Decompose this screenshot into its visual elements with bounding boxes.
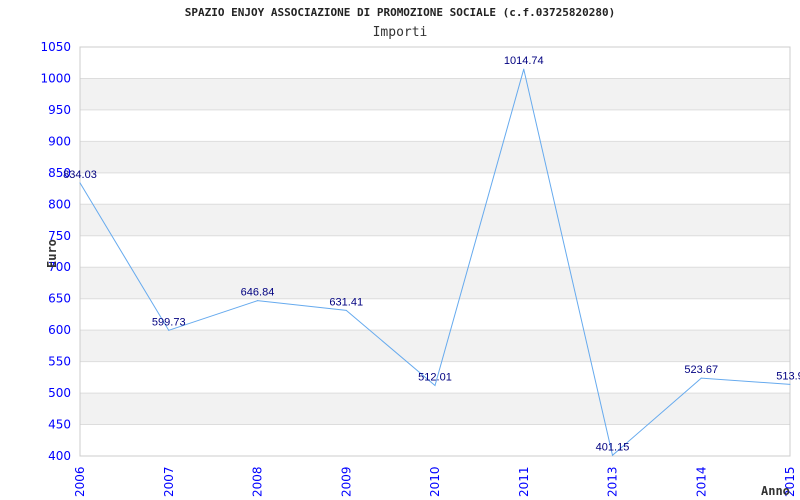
data-label: 599.73: [152, 316, 186, 328]
data-label: 631.41: [329, 296, 363, 308]
grid-band: [80, 204, 790, 236]
grid-band: [80, 267, 790, 299]
y-tick-label: 800: [48, 197, 71, 211]
data-label: 834.03: [63, 169, 97, 181]
y-tick-label: 650: [48, 292, 71, 306]
y-tick-label: 400: [48, 449, 71, 463]
data-point: [612, 454, 613, 456]
data-point: [168, 329, 170, 331]
data-label: 512.01: [418, 372, 452, 384]
y-tick-label: 900: [48, 134, 71, 148]
data-label: 646.84: [241, 287, 275, 299]
x-axis-label: Anno: [761, 484, 790, 498]
line-chart: 4004505005506006507007508008509009501000…: [40, 40, 800, 498]
y-tick-label: 450: [48, 418, 71, 432]
data-point: [257, 300, 258, 302]
data-label: 513.9: [776, 370, 800, 382]
data-label: 401.15: [596, 441, 630, 453]
y-tick-label: 500: [48, 386, 71, 400]
data-point: [523, 68, 525, 70]
x-tick-label: 2013: [606, 466, 620, 497]
grid-band: [80, 330, 790, 362]
x-tick-label: 2010: [428, 466, 442, 497]
y-tick-label: 950: [48, 103, 71, 117]
y-tick-label: 550: [48, 355, 71, 369]
x-tick-label: 2014: [694, 466, 708, 497]
y-axis-label: Euro: [45, 239, 59, 268]
data-point: [700, 377, 702, 379]
x-tick-label: 2009: [339, 466, 353, 497]
x-tick-label: 2006: [73, 466, 87, 497]
data-point: [434, 385, 436, 387]
grid-band: [80, 393, 790, 425]
y-tick-label: 1050: [40, 40, 71, 54]
data-label: 523.67: [684, 364, 718, 376]
data-point: [789, 383, 791, 385]
x-tick-label: 2008: [251, 466, 265, 497]
x-tick-label: 2011: [517, 466, 531, 497]
y-tick-label: 1000: [40, 71, 71, 85]
grid-band: [80, 141, 790, 173]
data-label: 1014.74: [504, 55, 544, 67]
grid-band: [80, 78, 790, 110]
y-tick-label: 600: [48, 323, 71, 337]
data-point: [345, 309, 347, 311]
x-tick-label: 2007: [162, 466, 176, 497]
data-point: [79, 182, 81, 184]
